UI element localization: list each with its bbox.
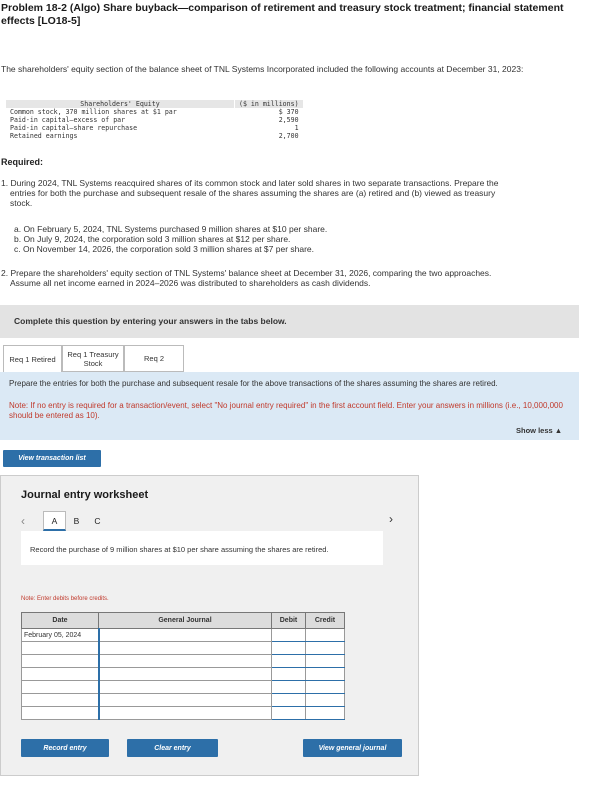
worksheet-title: Journal entry worksheet: [21, 489, 149, 501]
problem-title: Problem 18-2 (Algo) Share buyback—compar…: [1, 2, 564, 27]
table-row: [21, 654, 345, 668]
column-header-debit: Debit: [271, 612, 306, 629]
worksheet-note: Note: Enter debits before credits.: [21, 596, 109, 602]
view-general-journal-button[interactable]: View general journal: [303, 739, 402, 757]
equity-header-label: Shareholders' Equity: [6, 100, 235, 108]
chevron-left-icon[interactable]: ‹: [21, 514, 43, 528]
transaction-c: c. On November 14, 2026, the corporation…: [14, 244, 315, 254]
requirement-2: 2. Prepare the shareholders' equity sect…: [1, 268, 586, 288]
tab-req1-retired[interactable]: Req 1 Retired: [3, 345, 62, 372]
equity-row-value: 2,590: [278, 116, 299, 124]
tab-label: Req 1 Retired: [9, 354, 56, 364]
table-row: [21, 641, 345, 655]
worksheet-instruction: Record the purchase of 9 million shares …: [30, 545, 329, 554]
date-cell: [21, 693, 99, 707]
instruction-text: Complete this question by entering your …: [14, 316, 287, 326]
nav-item-c[interactable]: C: [87, 513, 108, 530]
required-heading: Required:: [1, 157, 44, 167]
req2-line: Assume all net income earned in 2024–202…: [10, 278, 371, 288]
credit-input[interactable]: [305, 641, 345, 655]
instruction-bar: Complete this question by entering your …: [0, 305, 579, 338]
equity-header-unit: ($ in millions): [233, 100, 303, 108]
table-row: Paid-in capital—excess of par 2,590: [6, 116, 303, 124]
general-journal-input[interactable]: [97, 628, 272, 642]
general-journal-input[interactable]: [97, 680, 272, 694]
journal-table-header: Date General Journal Debit Credit: [21, 612, 345, 629]
show-less-link[interactable]: Show less ▲: [516, 426, 562, 435]
general-journal-input[interactable]: [97, 667, 272, 681]
table-row: Paid-in capital—share repurchase 1: [6, 124, 303, 132]
credit-input[interactable]: [305, 706, 345, 720]
req1-line: 1. During 2024, TNL Systems reacquired s…: [1, 178, 499, 188]
nav-item-a[interactable]: A: [43, 511, 66, 531]
equity-row-value: $ 370: [278, 108, 299, 116]
debit-input[interactable]: [271, 628, 306, 642]
req1-line: stock.: [10, 198, 33, 208]
debit-input[interactable]: [271, 693, 306, 707]
column-header-date: Date: [21, 612, 99, 629]
general-journal-input[interactable]: [97, 641, 272, 655]
general-journal-input[interactable]: [97, 706, 272, 720]
journal-table: Date General Journal Debit Credit Februa…: [21, 612, 345, 720]
credit-input[interactable]: [305, 654, 345, 668]
debit-input[interactable]: [271, 706, 306, 720]
credit-input[interactable]: [305, 680, 345, 694]
panel-instruction: Prepare the entries for both the purchas…: [9, 379, 498, 388]
date-cell: [21, 667, 99, 681]
record-entry-button[interactable]: Record entry: [21, 739, 109, 757]
table-row: February 05, 2024: [21, 628, 345, 642]
transaction-list: a. On February 5, 2024, TNL Systems purc…: [14, 224, 327, 254]
general-journal-input[interactable]: [97, 654, 272, 668]
debit-input[interactable]: [271, 641, 306, 655]
date-cell: [21, 654, 99, 668]
worksheet-nav: ‹ A B C: [21, 511, 108, 531]
equity-row-value: 1: [294, 124, 299, 132]
credit-input[interactable]: [305, 628, 345, 642]
column-header-credit: Credit: [305, 612, 345, 629]
equity-row-value: 2,700: [278, 132, 299, 140]
debit-input[interactable]: [271, 654, 306, 668]
debit-input[interactable]: [271, 667, 306, 681]
req1-line: entries for both the purchase and subseq…: [10, 188, 496, 198]
date-cell[interactable]: February 05, 2024: [21, 628, 99, 642]
date-cell: [21, 706, 99, 720]
worksheet-instruction-card: Record the purchase of 9 million shares …: [21, 531, 383, 565]
general-journal-input[interactable]: [97, 693, 272, 707]
column-header-general-journal: General Journal: [98, 612, 272, 629]
chevron-right-icon[interactable]: ›: [389, 512, 393, 526]
table-row: [21, 693, 345, 707]
debit-input[interactable]: [271, 680, 306, 694]
requirement-1: 1. During 2024, TNL Systems reacquired s…: [1, 178, 586, 208]
date-cell: [21, 680, 99, 694]
equity-row-label: Common stock, 370 million shares at $1 p…: [10, 108, 177, 116]
tab-req1-treasury-stock[interactable]: Req 1 Treasury Stock: [62, 345, 124, 372]
equity-row-label: Paid-in capital—excess of par: [10, 116, 126, 124]
clear-entry-button[interactable]: Clear entry: [127, 739, 218, 757]
tab-panel: Prepare the entries for both the purchas…: [0, 372, 579, 440]
req2-line: 2. Prepare the shareholders' equity sect…: [1, 268, 492, 278]
problem-intro: The shareholders' equity section of the …: [1, 64, 524, 74]
date-cell: [21, 641, 99, 655]
panel-note: Note: If no entry is required for a tran…: [9, 401, 563, 420]
equity-table-header: Shareholders' Equity ($ in millions): [6, 100, 303, 108]
table-row: Common stock, 370 million shares at $1 p…: [6, 108, 303, 116]
transaction-b: b. On July 9, 2024, the corporation sold…: [14, 234, 291, 244]
table-row: [21, 667, 345, 681]
transaction-a: a. On February 5, 2024, TNL Systems purc…: [14, 224, 328, 234]
tab-label: Req 1 Treasury Stock: [67, 349, 119, 368]
credit-input[interactable]: [305, 693, 345, 707]
credit-input[interactable]: [305, 667, 345, 681]
table-row: Retained earnings 2,700: [6, 132, 303, 140]
tab-label: Req 2: [143, 354, 164, 363]
view-transaction-list-button[interactable]: View transaction list: [3, 450, 101, 467]
equity-table: Shareholders' Equity ($ in millions) Com…: [6, 100, 303, 140]
nav-item-b[interactable]: B: [66, 513, 87, 530]
tab-req2[interactable]: Req 2: [124, 345, 184, 372]
table-row: [21, 680, 345, 694]
table-row: [21, 706, 345, 720]
equity-row-label: Retained earnings: [10, 132, 78, 140]
journal-entry-worksheet: Journal entry worksheet ‹ A B C › Record…: [0, 475, 419, 776]
equity-row-label: Paid-in capital—share repurchase: [10, 124, 138, 132]
